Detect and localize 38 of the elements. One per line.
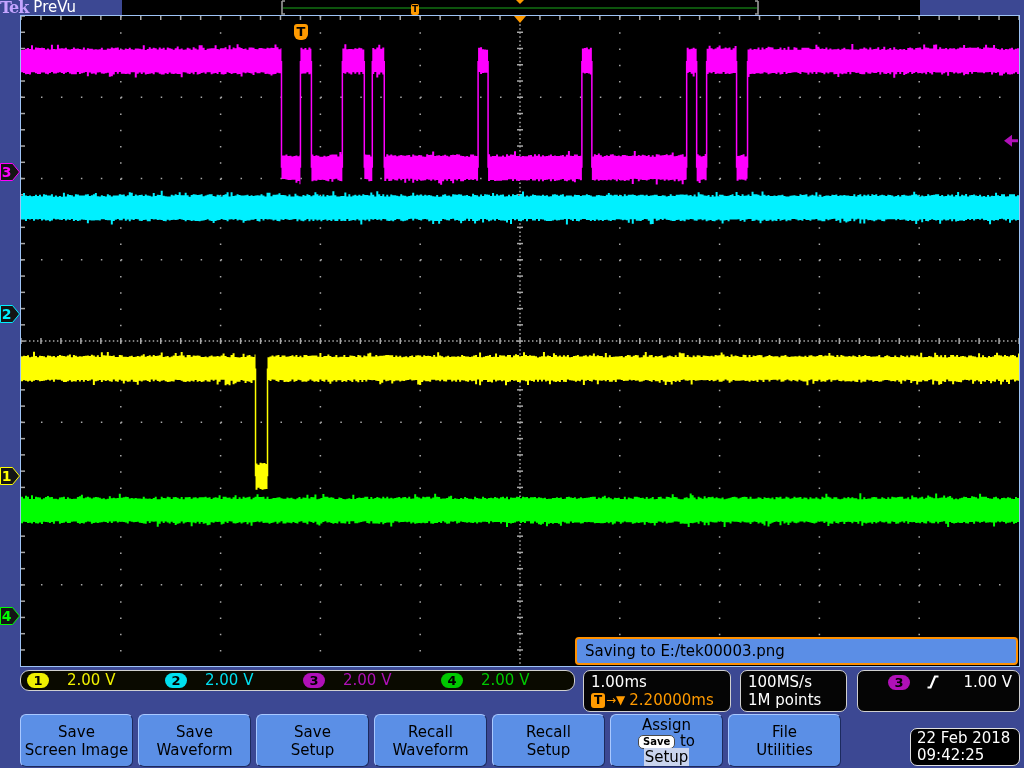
channel-scale: 2.00 V [67, 672, 116, 689]
channel-number-badge: 3 [303, 673, 325, 688]
channel-marker: 3 [0, 163, 20, 181]
channel-number-badge: 1 [27, 673, 49, 688]
channel-marker: 4 [0, 607, 20, 625]
trigger-marker: T [591, 692, 605, 708]
brand-logo: Tek [0, 0, 29, 15]
assign-button[interactable]: Assign Save to Setup [610, 714, 723, 767]
channel-number-badge: 4 [441, 673, 463, 688]
channel-scale: 2.00 V [205, 672, 254, 689]
menu-button[interactable]: Save Setup [256, 714, 369, 767]
menu-button[interactable]: File Utilities [728, 714, 841, 767]
mode-label: PreVu [33, 0, 76, 15]
record-length: 1M points [748, 691, 823, 709]
delay-symbol: →▼ [606, 692, 626, 709]
sample-rate: 100MS/s [748, 673, 813, 691]
trigger-level-icon [1004, 134, 1018, 147]
trigger-delay: 2.20000ms [629, 691, 714, 709]
time-text: 09:42:25 [917, 747, 986, 764]
trigger-source-badge: 3 [888, 674, 910, 690]
position-marker-icon [516, 0, 524, 4]
menu-button[interactable]: Recall Setup [492, 714, 605, 767]
keycap: Save [637, 734, 676, 749]
status-message: Saving to E:/tek00003.png [575, 637, 1018, 665]
time-scale: 1.00ms [591, 673, 648, 691]
menu-button[interactable]: Save Waveform [138, 714, 251, 767]
trigger-marker: T [294, 24, 308, 40]
channel-marker: 2 [0, 305, 20, 323]
channel-number-badge: 2 [165, 673, 187, 688]
trigger-level: 1.00 V [963, 673, 1012, 691]
channel-marker: 1 [0, 467, 20, 485]
date-text: 22 Feb 2018 [917, 730, 1012, 747]
channel-scale: 2.00 V [343, 672, 392, 689]
channel-scale: 2.00 V [481, 672, 530, 689]
trigger-marker: T [411, 4, 419, 15]
menu-button[interactable]: Save Screen Image [20, 714, 133, 767]
menu-button[interactable]: Recall Waveform [374, 714, 487, 767]
assigned-target: Setup [643, 747, 690, 766]
